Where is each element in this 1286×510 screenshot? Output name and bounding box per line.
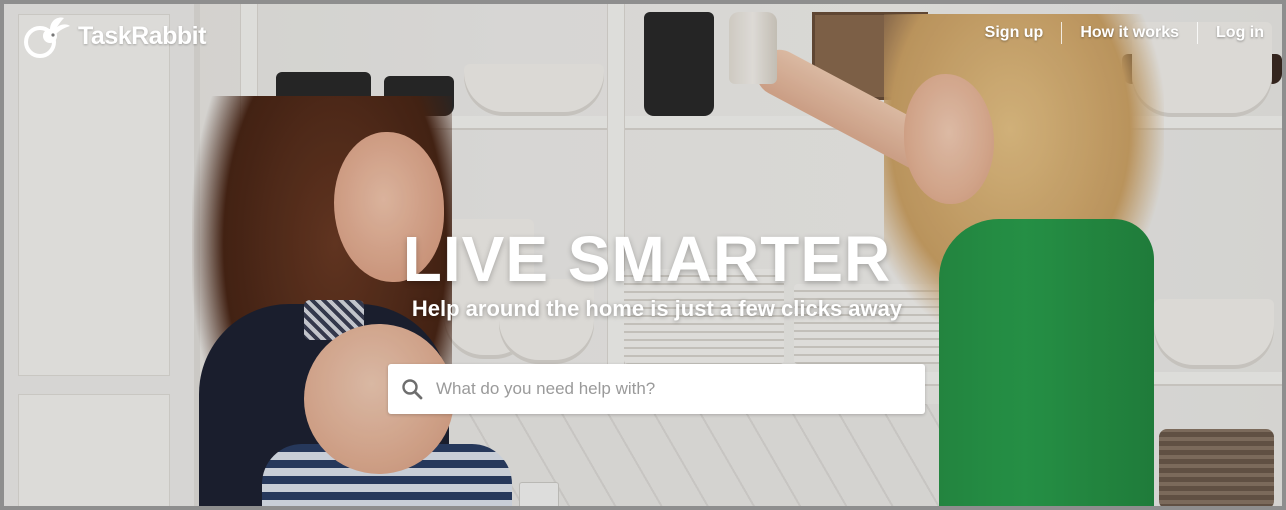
brand-name: TaskRabbit	[78, 21, 206, 50]
search-icon	[402, 379, 423, 400]
taskrabbit-logo-link[interactable]: TaskRabbit	[20, 14, 206, 58]
hero-subtitle: Help around the home is just a few click…	[411, 296, 903, 321]
nav-sign-up-link[interactable]: Sign up	[967, 22, 1062, 44]
task-search-box[interactable]	[388, 364, 925, 414]
nav-log-in-link[interactable]: Log in	[1198, 22, 1264, 44]
nav-how-it-works-link[interactable]: How it works	[1062, 22, 1197, 44]
browser-viewport: TaskRabbit Sign up How it works Log in L…	[0, 0, 1286, 510]
rabbit-logo-icon	[24, 17, 70, 58]
search-input[interactable]	[434, 368, 925, 410]
top-navigation: Sign up How it works Log in	[967, 22, 1264, 44]
hero-title: LIVE SMARTER	[402, 223, 892, 295]
